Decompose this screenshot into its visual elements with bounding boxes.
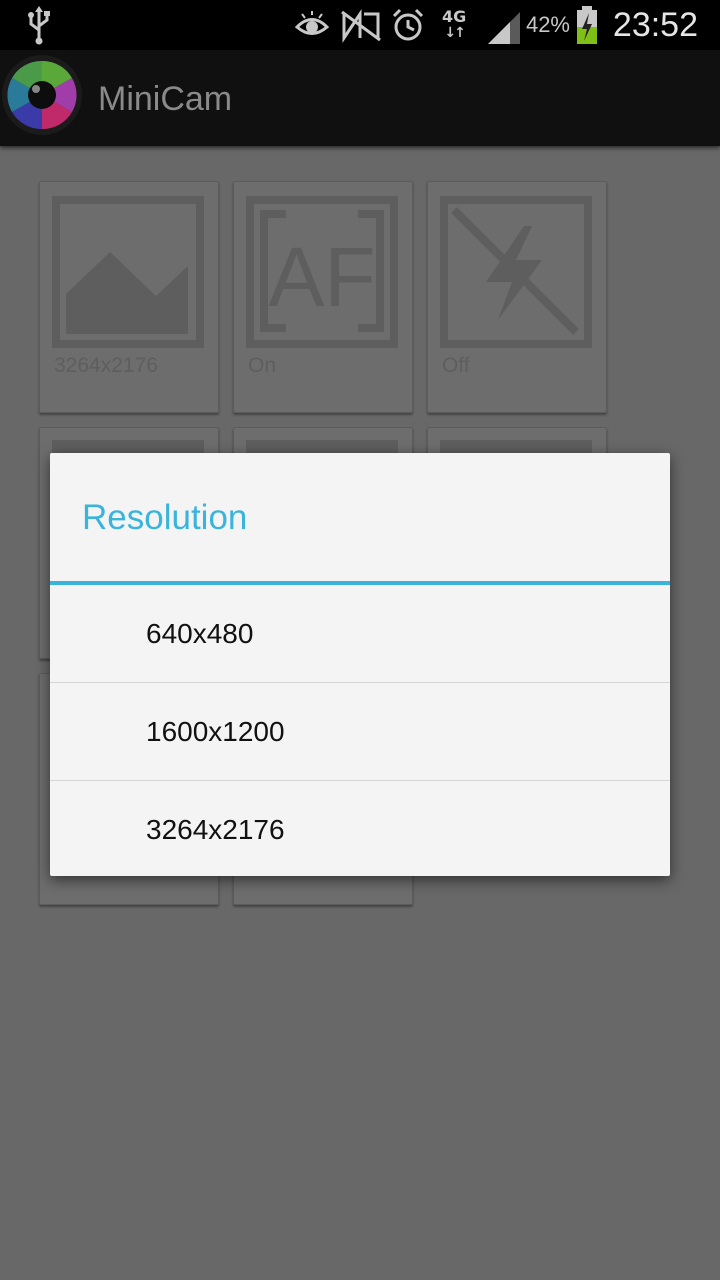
svg-text:AF: AF (268, 230, 375, 324)
battery-percent: 42% (525, 12, 570, 37)
image-icon (52, 196, 204, 348)
dialog-title: Resolution (82, 498, 248, 537)
signal-strength-icon (488, 12, 520, 44)
status-bar: 4G ↓↑ 42% 23:52 (0, 0, 720, 50)
tile-label: On (248, 354, 277, 377)
nfc-icon (341, 9, 381, 43)
clock: 23:52 (612, 5, 698, 44)
tile-label: Off (442, 354, 470, 377)
usb-icon (28, 6, 50, 45)
data-arrows-icon: ↓↑ (444, 25, 466, 41)
app-logo-icon[interactable] (0, 52, 90, 142)
tile-label: 3264x2176 (54, 354, 158, 377)
action-bar: MiniCam (0, 50, 720, 146)
resolution-option-3264x2176[interactable]: 3264x2176 (50, 781, 670, 878)
focus-mode-tile[interactable]: AF On (233, 181, 413, 413)
flash-off-icon (440, 196, 592, 348)
autofocus-icon: AF (246, 196, 398, 348)
app-title: MiniCam (98, 80, 233, 118)
option-label: 1600x1200 (146, 716, 285, 747)
resolution-tile[interactable]: 3264x2176 (39, 181, 219, 413)
resolution-dialog: Resolution 640x480 1600x1200 3264x2176 (50, 453, 670, 876)
resolution-option-640x480[interactable]: 640x480 (50, 585, 670, 682)
alarm-icon (392, 8, 424, 41)
option-label: 3264x2176 (146, 814, 285, 845)
network-type-indicator: 4G ↓↑ (442, 7, 467, 42)
eye-icon (294, 11, 330, 35)
resolution-option-1600x1200[interactable]: 1600x1200 (50, 683, 670, 780)
option-label: 640x480 (146, 618, 254, 649)
battery-charging-icon (577, 6, 597, 44)
flash-mode-tile[interactable]: Off (427, 181, 607, 413)
